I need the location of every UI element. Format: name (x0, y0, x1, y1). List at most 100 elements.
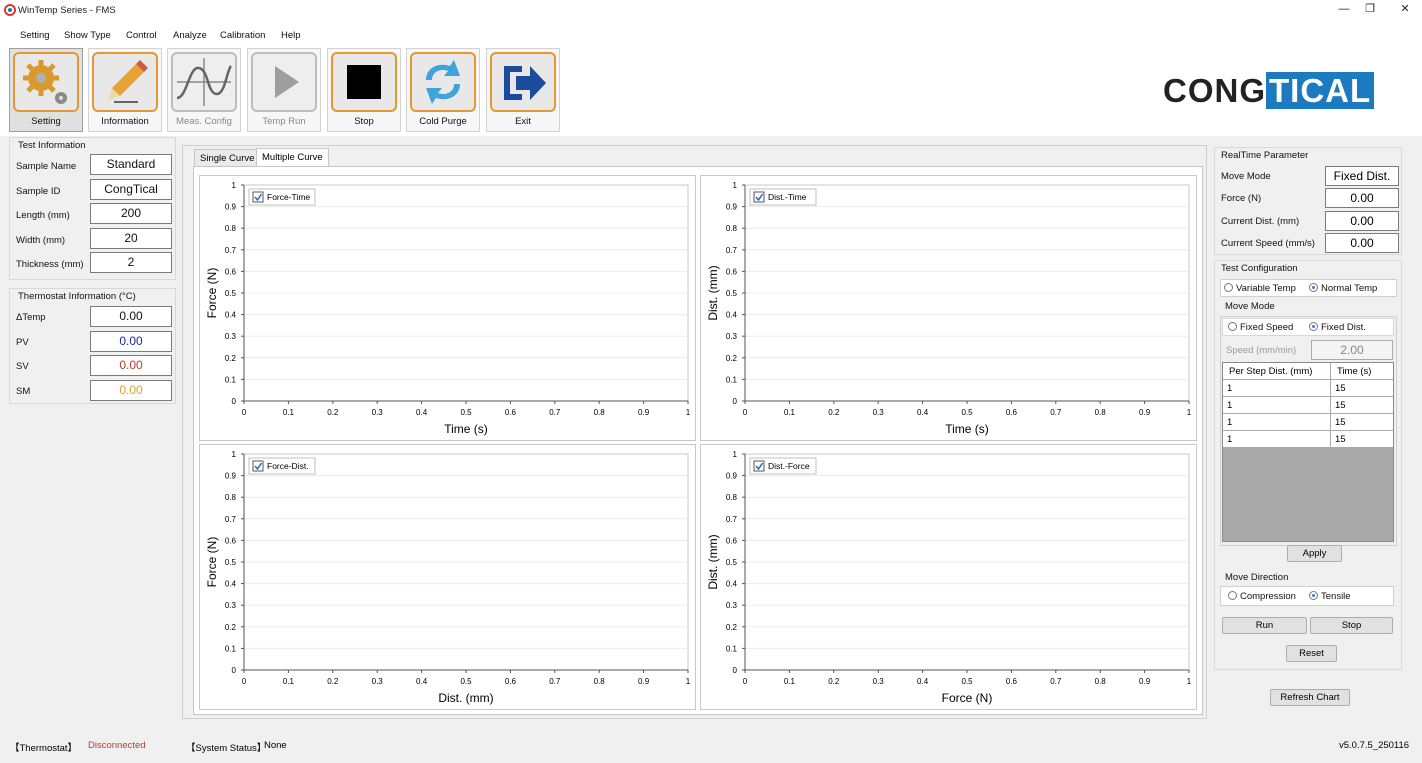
menu-analyze[interactable]: Analyze (173, 30, 207, 41)
close-button[interactable]: ✕ (1390, 1, 1420, 19)
test-info-value[interactable]: 20 (90, 227, 172, 249)
realtime-value: Fixed Dist. (1325, 166, 1399, 186)
fixed-dist-radio[interactable] (1309, 322, 1318, 331)
thermostat-value: 0.00 (90, 379, 172, 401)
y-tick-label: 0.5 (726, 558, 738, 567)
x-tick-label: 0.6 (1006, 408, 1018, 417)
test-info-label: Thickness (mm) (16, 259, 84, 270)
step-time-cell[interactable]: 15 (1331, 431, 1391, 448)
chart-svg: 0 0.1 0.2 0.3 0.4 0.5 0.6 0.7 0.8 0.9 1 0 0.1 0.2 0.3 0… (706, 181, 1192, 436)
step-time-cell[interactable]: 15 (1331, 414, 1391, 431)
normal-temp-label: Normal Temp (1321, 283, 1378, 294)
y-axis-label: Dist. (mm) (706, 534, 720, 589)
y-tick-label: 0.5 (225, 289, 237, 298)
run-button[interactable]: Run (1222, 617, 1307, 634)
step-dist-cell[interactable]: 1 (1223, 380, 1331, 397)
setting-button[interactable]: Setting (9, 48, 83, 132)
window-title: WinTemp Series - FMS (18, 5, 116, 16)
x-tick-label: 0.2 (828, 408, 840, 417)
menu-show-type[interactable]: Show Type (64, 30, 111, 41)
test-info-value[interactable]: 200 (90, 203, 172, 224)
y-tick-label: 0.7 (726, 246, 738, 255)
y-tick-label: 0.2 (225, 623, 237, 632)
menu-control[interactable]: Control (126, 30, 157, 41)
exit-button[interactable]: Exit (486, 48, 560, 132)
meas-config-label: Meas. Config (176, 116, 232, 127)
temp-run-label: Temp Run (262, 116, 306, 127)
x-tick-label: 1 (1187, 408, 1192, 417)
compression-label: Compression (1240, 591, 1296, 602)
x-tick-label: 0.6 (505, 677, 517, 686)
step-dist-cell[interactable]: 1 (1223, 397, 1331, 414)
tensile-radio[interactable] (1309, 591, 1318, 600)
y-axis-label: Dist. (mm) (706, 265, 720, 320)
realtime-title: RealTime Parameter (1221, 150, 1309, 161)
y-tick-label: 0.1 (726, 644, 738, 653)
realtime-value: 0.00 (1325, 232, 1399, 253)
step-table[interactable]: Per Step Dist. (mm) Time (s) 1 15 1 15 1 15 1 1… (1222, 362, 1394, 542)
y-tick-label: 1 (232, 450, 237, 459)
chart-panel: 0 0.1 0.2 0.3 0.4 0.5 0.6 0.7 0.8 0.9 1 0 0.1 0.2 0.3 0… (700, 444, 1197, 710)
table-row[interactable]: 1 15 (1223, 397, 1393, 414)
step-dist-cell[interactable]: 1 (1223, 414, 1331, 431)
y-tick-label: 0.5 (726, 289, 738, 298)
table-row[interactable]: 1 15 (1223, 414, 1393, 431)
step-time-cell[interactable]: 15 (1331, 397, 1391, 414)
x-tick-label: 0.5 (460, 408, 472, 417)
apply-button[interactable]: Apply (1287, 545, 1342, 562)
y-tick-label: 0.6 (726, 536, 738, 545)
move-mode-title: Move Mode (1225, 301, 1275, 312)
test-info-value[interactable]: Standard (90, 154, 172, 175)
compression-radio[interactable] (1228, 591, 1237, 600)
x-tick-label: 0 (743, 408, 748, 417)
table-row[interactable]: 1 15 (1223, 380, 1393, 397)
stop-button[interactable]: Stop (327, 48, 401, 132)
thermostat-label: ΔTemp (16, 312, 46, 323)
step-dist-cell[interactable]: 1 (1223, 431, 1331, 448)
step-time-cell[interactable]: 15 (1331, 380, 1391, 397)
y-tick-label: 0 (733, 397, 738, 406)
thermostat-value: 0.00 (90, 330, 172, 352)
x-tick-label: 0.3 (873, 408, 885, 417)
test-info-label: Length (mm) (16, 210, 70, 221)
x-tick-label: 0.4 (917, 677, 929, 686)
x-tick-label: 0.4 (416, 408, 428, 417)
y-tick-label: 0 (232, 397, 237, 406)
x-tick-label: 0.1 (784, 408, 796, 417)
y-tick-label: 0.5 (225, 558, 237, 567)
information-button[interactable]: Information (88, 48, 162, 132)
temp-run-button[interactable]: Temp Run (247, 48, 321, 132)
config-stop-button[interactable]: Stop (1310, 617, 1393, 634)
normal-temp-radio[interactable] (1309, 283, 1318, 292)
variable-temp-radio[interactable] (1224, 283, 1233, 292)
y-tick-label: 1 (232, 181, 237, 190)
maximize-button[interactable]: ❐ (1355, 1, 1385, 19)
test-info-value[interactable]: 2 (90, 252, 172, 273)
cold-purge-label: Cold Purge (419, 116, 467, 127)
reset-button[interactable]: Reset (1286, 645, 1337, 662)
fixed-speed-radio[interactable] (1228, 322, 1237, 331)
thermostat-label: SV (16, 361, 29, 372)
menu-help[interactable]: Help (281, 30, 301, 41)
y-tick-label: 0.1 (726, 375, 738, 384)
x-tick-label: 0.9 (638, 408, 650, 417)
tab-multiple-curve[interactable]: Multiple Curve (256, 148, 329, 166)
y-tick-label: 1 (733, 181, 738, 190)
table-header-time: Time (s) (1337, 366, 1372, 377)
fixed-speed-label: Fixed Speed (1240, 322, 1294, 333)
table-row[interactable]: 1 15 (1223, 431, 1393, 448)
cold-purge-button[interactable]: Cold Purge (406, 48, 480, 132)
pencil-icon (108, 60, 148, 103)
thermostat-status-label: 【Thermostat】 (10, 743, 78, 754)
test-config-title: Test Configuration (1221, 263, 1298, 274)
menu-setting[interactable]: Setting (20, 30, 50, 41)
exit-label: Exit (515, 116, 531, 127)
menu-calibration[interactable]: Calibration (220, 30, 265, 41)
meas-config-button[interactable]: Meas. Config (167, 48, 241, 132)
speed-input[interactable]: 2.00 (1311, 340, 1393, 360)
test-info-value[interactable]: CongTical (90, 178, 172, 200)
refresh-chart-button[interactable]: Refresh Chart (1270, 689, 1350, 706)
y-tick-label: 0.9 (726, 203, 738, 212)
y-tick-label: 0.7 (726, 515, 738, 524)
tab-single-curve[interactable]: Single Curve (194, 149, 261, 166)
